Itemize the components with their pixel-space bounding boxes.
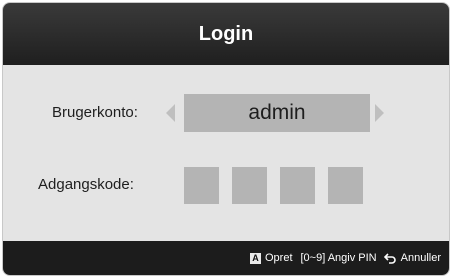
account-selector[interactable]: admin xyxy=(184,94,370,132)
chevron-right-icon[interactable] xyxy=(375,104,384,122)
return-icon xyxy=(383,253,396,264)
password-label: Adgangskode: xyxy=(38,176,134,193)
login-dialog: Login Brugerkonto: admin Adgangskode: A … xyxy=(3,3,449,275)
footer-hints: A Opret [0~9] Angiv PIN Annuller xyxy=(249,241,441,275)
dialog-title: Login xyxy=(198,22,254,45)
footer-bar: A Opret [0~9] Angiv PIN Annuller xyxy=(3,241,449,275)
pin-digit-2[interactable] xyxy=(232,167,267,204)
pin-digit-3[interactable] xyxy=(280,167,315,204)
title-bar: Login xyxy=(3,3,449,65)
account-label: Brugerkonto: xyxy=(52,104,138,121)
chevron-left-icon[interactable] xyxy=(166,104,175,122)
pin-hint: [0~9] Angiv PIN xyxy=(300,252,377,264)
pin-digit-4[interactable] xyxy=(328,167,363,204)
pin-digit-1[interactable] xyxy=(184,167,219,204)
account-value: admin xyxy=(248,101,306,124)
a-key-icon: A xyxy=(249,252,261,264)
create-button[interactable]: Opret xyxy=(265,252,293,264)
cancel-button[interactable]: Annuller xyxy=(401,252,441,264)
dialog-body xyxy=(3,65,449,241)
